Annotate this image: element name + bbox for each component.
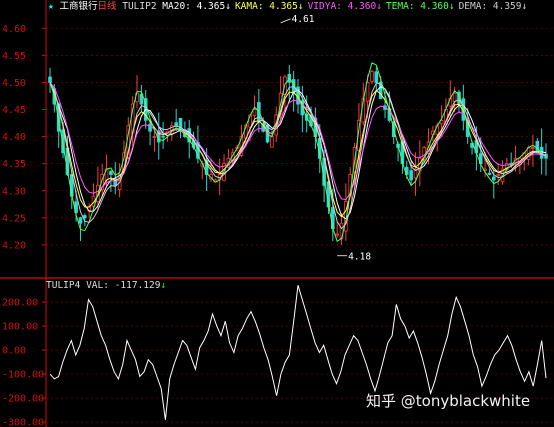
sub-indicator-name[interactable]: TULIP4 xyxy=(46,280,80,291)
sub-value-label: VAL: xyxy=(86,280,109,291)
sub-value: -117.129 xyxy=(114,280,161,291)
y-tick-label: -100.00 xyxy=(2,370,44,381)
candle-body xyxy=(409,170,413,181)
y-tick-label: 4.45 xyxy=(2,105,26,116)
y-tick-label: 4.50 xyxy=(2,78,26,89)
chart-header: ★ 工商银行日线 TULIP2 MA20: 4.365↓ KAMA: 4.365↓… xyxy=(48,1,531,13)
candle-body xyxy=(496,174,500,176)
period-label[interactable]: 日线 xyxy=(97,1,116,12)
y-tick-label: 4.20 xyxy=(2,240,26,251)
candle-body xyxy=(83,215,87,219)
candle-body xyxy=(335,233,339,236)
annotation-leader xyxy=(280,18,291,24)
y-tick-label: 4.60 xyxy=(2,24,26,35)
y-tick-label: -300.00 xyxy=(2,418,44,427)
candle-body xyxy=(148,123,152,132)
watermark: 知乎 @tonyblackwhite xyxy=(366,392,531,410)
y-tick-label: 4.55 xyxy=(2,51,26,62)
main-y-ticks: 4.60 4.55 4.50 4.45 4.40 4.35 4.30 4.25 4.20 xyxy=(2,24,46,251)
y-tick-label: 4.25 xyxy=(2,213,26,224)
candle-body xyxy=(174,122,178,127)
indicator-readouts: MA20: 4.365↓ KAMA: 4.365↓ VIDYA: 4.360↓ TEM… xyxy=(162,1,531,12)
candle-body xyxy=(270,136,274,148)
candle-body xyxy=(374,71,379,83)
candle-body xyxy=(152,136,157,138)
y-tick-label: 100.00 xyxy=(2,322,38,333)
y-tick-label: 4.30 xyxy=(2,186,26,197)
y-tick-label: -200.00 xyxy=(2,394,44,405)
sub-header: TULIP4 VAL: -117.129↓ xyxy=(46,280,166,291)
candle-body xyxy=(487,172,492,175)
readout-vidya: VIDYA: 4.360↓ xyxy=(307,1,382,12)
low-annotation: 4.18 xyxy=(348,251,371,262)
chart-canvas: 4.60 4.55 4.50 4.45 4.40 4.35 4.30 4.25 4.20 200… xyxy=(0,0,554,427)
readout-kama: KAMA: 4.365↓ xyxy=(234,1,304,12)
candle-body xyxy=(452,92,457,102)
readout-tema: TEMA: 4.360↓ xyxy=(385,1,455,12)
grid-lines xyxy=(46,27,554,423)
sub-y-ticks: 200.00 100.00 0.00 -100.00 -200.00 -300.00 xyxy=(2,298,46,427)
candle-body xyxy=(48,76,52,83)
y-tick-label: 4.40 xyxy=(2,132,26,143)
candle-body xyxy=(252,109,257,117)
candle-body xyxy=(161,135,165,138)
star-icon[interactable]: ★ xyxy=(48,1,54,12)
readout-ma20: MA20: 4.365↓ xyxy=(162,1,231,12)
indicator-name[interactable]: TULIP2 xyxy=(122,1,156,12)
candle-body xyxy=(491,176,496,181)
y-tick-label: 0.00 xyxy=(2,346,26,357)
candle-body xyxy=(370,71,374,82)
high-annotation: 4.61 xyxy=(292,14,315,25)
candle-body xyxy=(531,147,535,149)
y-tick-label: 200.00 xyxy=(2,298,38,309)
y-tick-label: 4.35 xyxy=(2,159,26,170)
chart-frame xyxy=(0,0,554,427)
sub-arrow: ↓ xyxy=(160,280,167,291)
candle-body xyxy=(78,217,83,224)
candle-body xyxy=(109,171,113,175)
readout-dema: DEMA: 4.359↓ xyxy=(458,1,528,12)
stock-name: 工商银行 xyxy=(59,1,98,12)
